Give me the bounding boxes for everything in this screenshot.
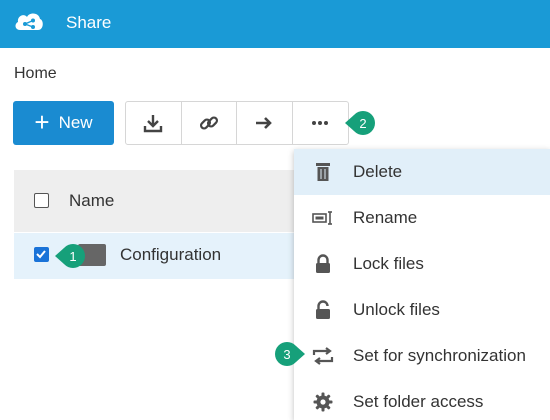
sync-icon <box>312 345 334 367</box>
row-checkbox[interactable] <box>34 247 49 262</box>
table-header: Name <box>14 170 314 232</box>
column-header-name[interactable]: Name <box>69 191 114 211</box>
more-icon <box>312 121 329 125</box>
arrow-right-icon <box>256 117 273 129</box>
move-button[interactable] <box>237 102 293 144</box>
download-button[interactable] <box>126 102 182 144</box>
menu-item-unlock-files[interactable]: Unlock files <box>294 287 550 333</box>
callout-3: 3 <box>275 342 305 366</box>
menu-item-label: Delete <box>353 162 403 181</box>
top-bar: Share <box>0 0 550 48</box>
menu-item-rename[interactable]: Rename <box>294 195 550 241</box>
app-title: Share <box>66 13 112 32</box>
gear-icon <box>312 391 334 413</box>
context-menu: Delete Rename Lock files Unlock files Se… <box>294 149 550 420</box>
action-toolbar <box>125 101 349 145</box>
rename-icon <box>312 207 334 229</box>
cloud-share-logo-icon[interactable] <box>14 10 44 34</box>
breadcrumb-home[interactable]: Home <box>14 65 57 83</box>
unlock-icon <box>312 299 334 321</box>
link-icon <box>199 116 218 130</box>
callout-2: 2 <box>345 111 375 135</box>
select-all-checkbox[interactable] <box>34 193 49 208</box>
menu-item-set-folder-access[interactable]: Set folder access <box>294 379 550 420</box>
menu-item-label: Set folder access <box>353 392 484 411</box>
trash-icon <box>312 161 334 183</box>
menu-item-label: Lock files <box>353 254 424 273</box>
callout-1: 1 <box>55 244 85 268</box>
menu-item-label: Rename <box>353 208 418 227</box>
menu-item-delete[interactable]: Delete <box>294 149 550 195</box>
new-button[interactable]: + New <box>13 101 114 145</box>
more-button[interactable] <box>293 102 349 144</box>
download-icon <box>144 115 163 133</box>
plus-icon: + <box>34 106 50 137</box>
new-button-label: New <box>58 113 93 132</box>
link-button[interactable] <box>182 102 237 144</box>
lock-icon <box>312 253 334 275</box>
menu-item-lock-files[interactable]: Lock files <box>294 241 550 287</box>
menu-item-label: Unlock files <box>353 300 440 319</box>
file-name[interactable]: Configuration <box>120 245 221 265</box>
menu-item-set-for-synchronization[interactable]: Set for synchronization <box>294 333 550 379</box>
checkmark-icon <box>36 250 46 259</box>
menu-item-label: Set for synchronization <box>353 346 526 365</box>
